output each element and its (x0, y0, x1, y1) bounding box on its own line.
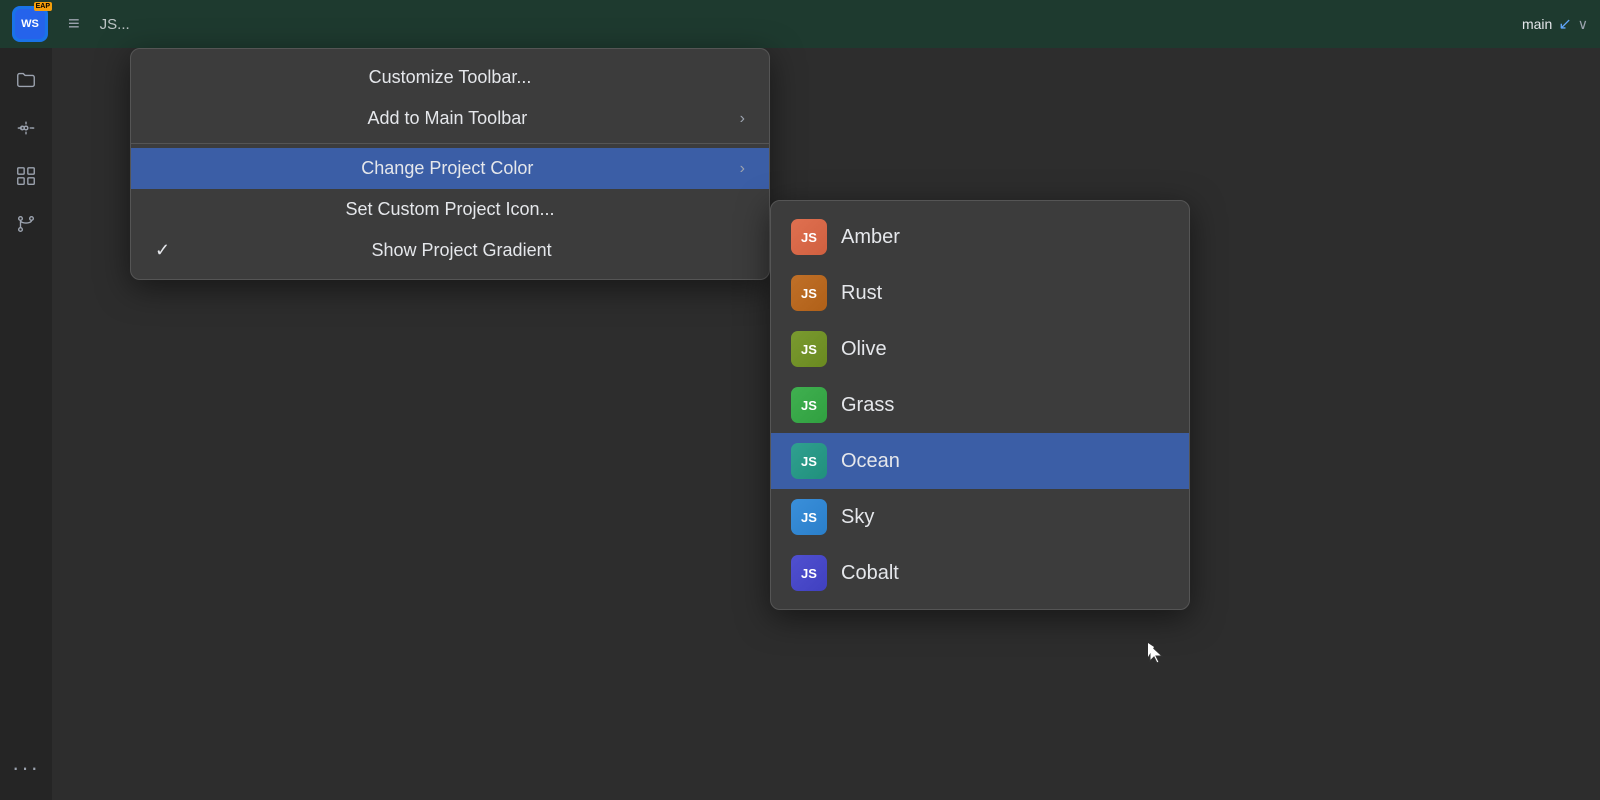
customize-toolbar-label: Customize Toolbar... (155, 67, 745, 88)
change-color-chevron-icon: › (740, 160, 745, 178)
menu-item-customize-toolbar[interactable]: Customize Toolbar... (131, 57, 769, 98)
settings-sliders-icon (15, 117, 37, 139)
color-item-olive[interactable]: JS Olive (771, 321, 1189, 377)
add-to-toolbar-chevron-icon: › (740, 110, 745, 128)
show-gradient-check-icon: ✓ (155, 240, 170, 261)
ws-logo: WS EAP (12, 6, 48, 42)
menu-divider (131, 143, 769, 144)
set-custom-icon-label: Set Custom Project Icon... (155, 199, 745, 220)
components-icon (15, 165, 37, 187)
color-submenu: JS Amber JS Rust JS Olive JS Grass JS Oc… (770, 200, 1190, 610)
menu-item-show-gradient[interactable]: ✓ Show Project Gradient (131, 230, 769, 271)
cobalt-label: Cobalt (841, 562, 899, 585)
color-item-grass[interactable]: JS Grass (771, 377, 1189, 433)
add-to-main-toolbar-label: Add to Main Toolbar (155, 108, 740, 129)
ws-eap-badge: EAP (34, 2, 52, 11)
left-sidebar: ··· (0, 48, 52, 800)
rust-js-icon: JS (791, 275, 827, 311)
sidebar-item-components[interactable] (6, 156, 46, 196)
color-item-sky[interactable]: JS Sky (771, 489, 1189, 545)
ocean-js-icon: JS (791, 443, 827, 479)
menu-item-change-project-color[interactable]: Change Project Color › (131, 148, 769, 189)
sky-label: Sky (841, 506, 874, 529)
sidebar-item-more[interactable]: ··· (6, 748, 46, 788)
olive-label: Olive (841, 338, 887, 361)
context-menu: Customize Toolbar... Add to Main Toolbar… (130, 48, 770, 280)
ws-logo-text: WS (21, 18, 39, 30)
color-item-rust[interactable]: JS Rust (771, 265, 1189, 321)
sidebar-item-project[interactable] (6, 60, 46, 100)
ws-logo-inner: WS (15, 9, 45, 39)
sidebar-item-settings[interactable] (6, 108, 46, 148)
git-icon (15, 213, 37, 235)
color-item-cobalt[interactable]: JS Cobalt (771, 545, 1189, 601)
color-item-amber[interactable]: JS Amber (771, 209, 1189, 265)
branch-arrow-icon: ↙ (1558, 14, 1571, 34)
change-project-color-label: Change Project Color (155, 158, 740, 179)
rust-label: Rust (841, 282, 882, 305)
main-toolbar: WS EAP ≡ JS... main ↙ ∨ (0, 0, 1600, 48)
folder-icon (15, 69, 37, 91)
amber-js-icon: JS (791, 219, 827, 255)
sky-js-icon: JS (791, 499, 827, 535)
hamburger-button[interactable]: ≡ (60, 9, 88, 40)
project-name-label: JS... (100, 16, 130, 33)
more-dots-icon: ··· (12, 755, 40, 781)
grass-label: Grass (841, 394, 894, 417)
amber-label: Amber (841, 226, 900, 249)
color-item-ocean[interactable]: JS Ocean (771, 433, 1189, 489)
menu-item-set-custom-icon[interactable]: Set Custom Project Icon... (131, 189, 769, 230)
branch-name-label: main (1522, 16, 1552, 32)
show-gradient-label: Show Project Gradient (178, 240, 745, 261)
sidebar-item-git[interactable] (6, 204, 46, 244)
ocean-label: Ocean (841, 450, 900, 473)
branch-dropdown-icon[interactable]: ∨ (1578, 16, 1588, 33)
menu-item-add-to-toolbar[interactable]: Add to Main Toolbar › (131, 98, 769, 139)
cobalt-js-icon: JS (791, 555, 827, 591)
branch-area: main ↙ ∨ (1522, 14, 1588, 34)
olive-js-icon: JS (791, 331, 827, 367)
grass-js-icon: JS (791, 387, 827, 423)
